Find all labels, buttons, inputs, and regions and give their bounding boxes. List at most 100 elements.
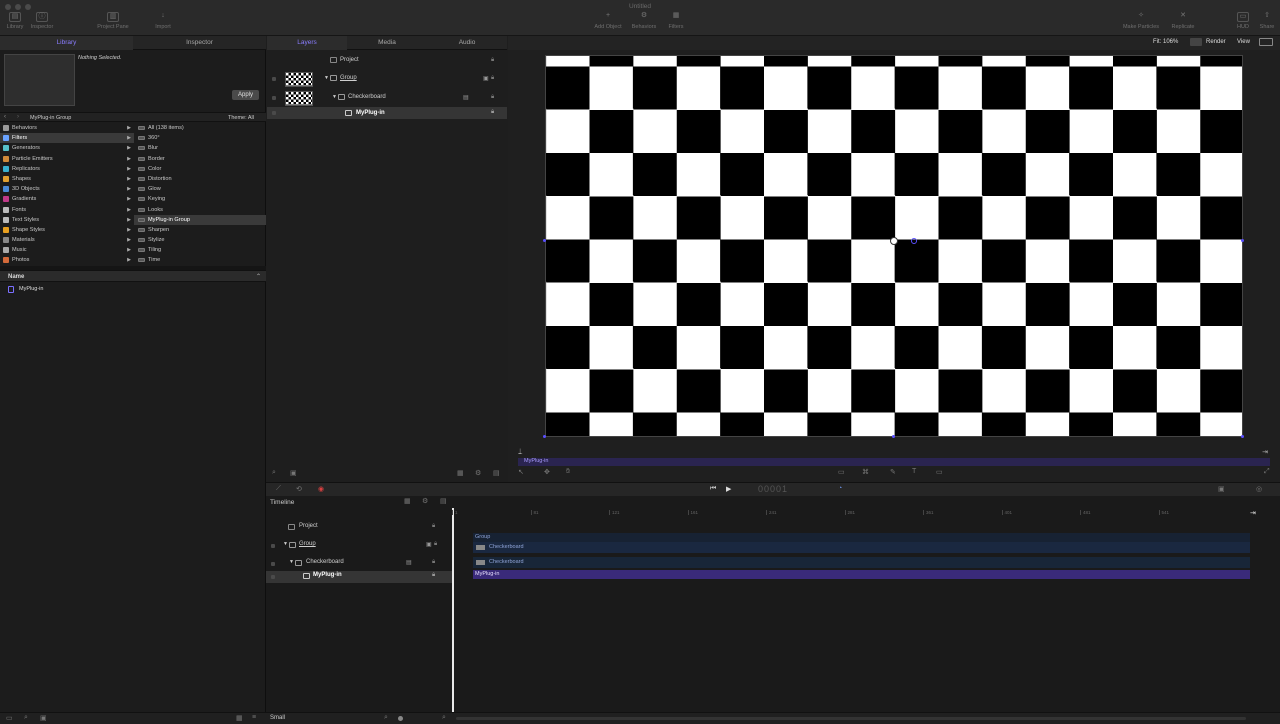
text-tool-icon[interactable]: T — [912, 468, 916, 475]
filter-category-time[interactable]: Time — [134, 255, 266, 265]
filter-category-stylize[interactable]: Stylize — [134, 235, 266, 245]
track-checkerboard-filter[interactable]: Checkerboard — [473, 542, 1250, 553]
filter-category-sharpen[interactable]: Sharpen — [134, 225, 266, 235]
library-category-generators[interactable]: Generators ▶ — [0, 143, 134, 153]
lock-icon[interactable]: 🔒︎ — [432, 523, 435, 530]
render-popup[interactable]: Render — [1206, 39, 1226, 45]
activation-checkbox[interactable] — [272, 111, 276, 115]
timeline-scrollbar[interactable] — [456, 717, 1246, 720]
disclosure-triangle-icon[interactable]: ▼ — [324, 75, 329, 81]
layer-view-icon[interactable]: ▤ — [440, 497, 447, 505]
transform-handle[interactable] — [1241, 239, 1244, 242]
close-window-button[interactable] — [5, 4, 11, 10]
transform-handle[interactable] — [543, 239, 546, 242]
minimize-window-button[interactable] — [15, 4, 21, 10]
filter-category-blur[interactable]: Blur — [134, 143, 266, 153]
timeline-options-icon[interactable]: ▦ — [404, 497, 411, 505]
out-point-icon[interactable]: ⇥ — [1250, 509, 1256, 517]
apply-button[interactable]: Apply — [232, 90, 259, 100]
timeline-toggle-icon[interactable]: ▣ — [1218, 485, 1225, 493]
timing-icon[interactable]: ◔ — [838, 485, 842, 492]
timeline-row-group[interactable]: ▼ Group ▣ 🔒︎ — [266, 540, 452, 552]
library-category-behaviors[interactable]: Behaviors ▶ — [0, 123, 134, 133]
filters-button[interactable]: ▦ Filters — [662, 12, 690, 30]
library-category-particle-emitters[interactable]: Particle Emitters ▶ — [0, 154, 134, 164]
filter-category-border[interactable]: Border — [134, 154, 266, 164]
out-point-icon[interactable]: ⇥ — [1262, 448, 1268, 456]
filter-category-myplug-in-group[interactable]: MyPlug-in Group — [134, 214, 266, 225]
gear-icon[interactable]: ⚙ — [422, 497, 428, 505]
filter-category-distortion[interactable]: Distortion — [134, 174, 266, 184]
theme-popup[interactable]: Theme: All — [228, 115, 254, 121]
lock-icon[interactable]: 🔒︎ — [434, 541, 437, 548]
track-group[interactable]: Group — [473, 533, 1250, 542]
search-icon[interactable]: ⌕ — [272, 469, 276, 477]
shape-tool-icon[interactable]: ▭ — [838, 468, 845, 476]
size-popup[interactable]: Small — [270, 715, 285, 721]
rotation-handle[interactable] — [911, 238, 917, 244]
zoom-in-icon[interactable]: ⌕ — [442, 714, 446, 722]
make-particles-button[interactable]: ✧ Make Particles — [1118, 12, 1164, 30]
forward-arrow-icon[interactable]: › — [17, 114, 19, 120]
filter-category-keying[interactable]: Keying — [134, 194, 266, 204]
layer-options-icon[interactable]: ▣ — [483, 75, 489, 82]
library-category-music[interactable]: Music ▶ — [0, 245, 134, 255]
tab-audio[interactable]: Audio — [427, 36, 507, 50]
library-toggle-button[interactable]: ▤ Library — [4, 12, 26, 30]
library-category-shape-styles[interactable]: Shape Styles ▶ — [0, 225, 134, 235]
play-icon[interactable]: ▶ — [726, 485, 731, 493]
playhead-line[interactable] — [452, 508, 454, 724]
library-category-fonts[interactable]: Fonts ▶ — [0, 205, 134, 215]
lock-icon[interactable]: 🔒︎ — [491, 75, 494, 82]
tab-layers[interactable]: Layers — [267, 36, 347, 50]
track-checkerboard[interactable]: Checkerboard — [473, 557, 1250, 568]
filter-category-looks[interactable]: Looks — [134, 205, 266, 215]
mask-shape-icon[interactable]: ▭ — [936, 468, 943, 476]
share-button[interactable]: ⇧ Share — [1256, 12, 1278, 30]
layer-row-project[interactable]: Project 🔒︎ — [267, 52, 507, 69]
filter-category-tiling[interactable]: Tiling — [134, 245, 266, 255]
layer-options-icon[interactable]: ▤ — [493, 469, 500, 477]
zoom-slider-knob[interactable] — [398, 716, 403, 721]
activation-checkbox[interactable] — [271, 562, 275, 566]
grid-view-icon[interactable]: ▦ — [236, 714, 243, 722]
expand-icon[interactable]: ⤢ — [1264, 468, 1270, 476]
name-column-header[interactable]: Name ⌃ — [0, 270, 266, 282]
library-category-materials[interactable]: Materials ▶ — [0, 235, 134, 245]
paint-stroke-icon[interactable]: ✎ — [890, 468, 896, 476]
add-to-library-icon[interactable]: ▣ — [40, 714, 47, 722]
playhead-icon[interactable]: ⍊ — [518, 448, 522, 456]
timecode-display[interactable]: 00001 — [758, 484, 788, 494]
loop-icon[interactable]: ⟲ — [296, 485, 302, 493]
name-list-item[interactable]: MyPlug-in — [8, 285, 208, 295]
filter-badge-icon[interactable]: ▤ — [406, 559, 412, 566]
disclosure-triangle-icon[interactable]: ▼ — [283, 541, 288, 547]
library-category-3d-objects[interactable]: 3D Objects ▶ — [0, 184, 134, 194]
activation-checkbox[interactable] — [271, 575, 275, 579]
activation-checkbox[interactable] — [271, 544, 275, 548]
search-icon[interactable]: ⌕ — [24, 714, 28, 722]
activation-checkbox[interactable] — [272, 96, 276, 100]
inspector-toggle-button[interactable]: ⓘ Inspector — [28, 12, 56, 30]
anchor-tool-icon[interactable]: ✥ — [544, 468, 550, 476]
lock-icon[interactable]: 🔒︎ — [432, 572, 435, 579]
layer-row-myplugin[interactable]: MyPlug-in 🔒︎ — [267, 107, 507, 119]
library-category-photos[interactable]: Photos ▶ — [0, 255, 134, 265]
back-arrow-icon[interactable]: ‹ — [4, 114, 6, 120]
filter-category-all-138-items-[interactable]: All (138 items) — [134, 123, 266, 133]
activation-checkbox[interactable] — [272, 77, 276, 81]
anchor-point-handle[interactable] — [890, 237, 898, 245]
tab-inspector[interactable]: Inspector — [133, 36, 266, 50]
timeline-row-myplugin[interactable]: MyPlug-in 🔒︎ — [266, 571, 452, 583]
library-location[interactable]: MyPlug-in Group — [30, 115, 71, 121]
layer-options-icon[interactable]: ▣ — [426, 541, 432, 548]
checkerboard-canvas[interactable] — [545, 55, 1243, 437]
filter-category-glow[interactable]: Glow — [134, 184, 266, 194]
select-tool-icon[interactable]: ↖ — [518, 468, 524, 476]
thumbnail-toggle-icon[interactable]: ▣ — [290, 469, 297, 477]
library-category-filters[interactable]: Filters ▶ — [0, 133, 134, 144]
timeline-row-checkerboard[interactable]: ▼ Checkerboard ▤ 🔒︎ — [266, 558, 452, 570]
lock-icon[interactable]: 🔒︎ — [432, 559, 435, 566]
track-myplugin[interactable]: MyPlug-in — [473, 570, 1250, 579]
add-object-button[interactable]: + Add Object — [590, 12, 626, 30]
